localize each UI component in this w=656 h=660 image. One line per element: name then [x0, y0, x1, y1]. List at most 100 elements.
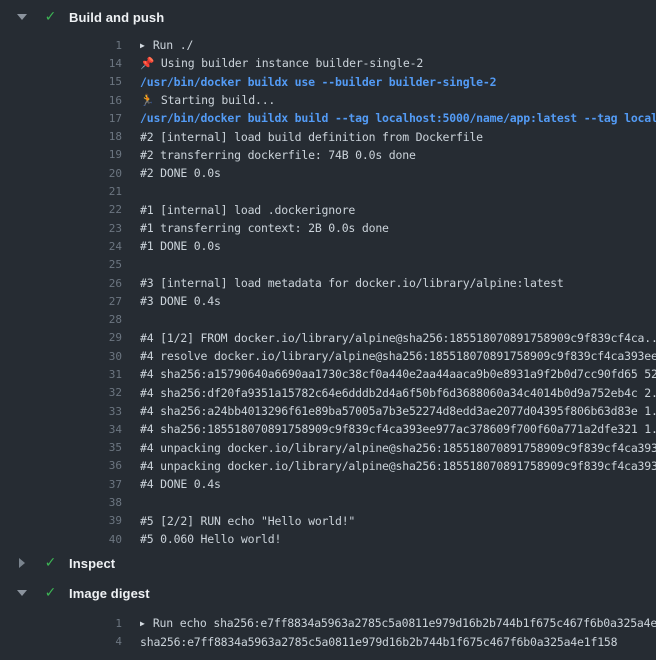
- line-number[interactable]: 21: [0, 185, 122, 198]
- log-line: 23 #1 transferring context: 2B 0.0s done: [0, 219, 656, 237]
- line-number[interactable]: 16: [0, 94, 122, 107]
- log-text: #1 [internal] load .dockerignore: [140, 203, 355, 217]
- log-line: 39 #5 [2/2] RUN echo "Hello world!": [0, 512, 656, 530]
- line-number[interactable]: 28: [0, 313, 122, 326]
- chevron-down-icon[interactable]: [17, 590, 27, 596]
- log-line: 34 #4 sha256:185518070891758909c9f839cf4c…: [0, 420, 656, 438]
- log-line: 15/usr/bin/docker buildx use --builder b…: [0, 73, 656, 91]
- section-title: Image digest: [69, 586, 150, 601]
- line-number[interactable]: 36: [0, 459, 122, 472]
- chevron-down-icon[interactable]: [17, 14, 27, 20]
- log-line: 1▶Run echo sha256:e7ff8834a5963a2785c5a0…: [0, 614, 656, 632]
- line-number[interactable]: 14: [0, 57, 122, 70]
- log-text: #2 transferring dockerfile: 74B 0.0s don…: [140, 148, 416, 162]
- log-text: #2 [internal] load build definition from…: [140, 130, 483, 144]
- line-number[interactable]: 20: [0, 167, 122, 180]
- log-text: #4 unpacking docker.io/library/alpine@sh…: [140, 459, 656, 473]
- log-text: #5 0.060 Hello world!: [140, 532, 281, 546]
- line-number[interactable]: 27: [0, 295, 122, 308]
- log-line: 4 sha256:e7ff8834a5963a2785c5a0811e979d16…: [0, 633, 656, 651]
- log-line: 26 #3 [internal] load metadata for docker…: [0, 274, 656, 292]
- line-number[interactable]: 25: [0, 258, 122, 271]
- log-text: Run ./: [153, 38, 193, 52]
- log-line: 17/usr/bin/docker buildx build --tag loc…: [0, 109, 656, 127]
- log-text: #4 sha256:a24bb4013296f61e89ba57005a7b3e…: [140, 404, 656, 418]
- log-text: 🏃 Starting build...: [140, 93, 275, 107]
- log-text: /usr/bin/docker buildx use --builder bui…: [140, 75, 496, 89]
- line-number[interactable]: 33: [0, 405, 122, 418]
- line-number[interactable]: 22: [0, 203, 122, 216]
- log-text: #3 DONE 0.4s: [140, 294, 221, 308]
- line-number[interactable]: 17: [0, 112, 122, 125]
- line-number[interactable]: 34: [0, 423, 122, 436]
- log-text: #3 [internal] load metadata for docker.i…: [140, 276, 564, 290]
- line-number[interactable]: 37: [0, 478, 122, 491]
- line-number[interactable]: 4: [0, 635, 122, 648]
- log-line: 25: [0, 256, 656, 274]
- line-number[interactable]: 19: [0, 148, 122, 161]
- log-line: 40 #5 0.060 Hello world!: [0, 530, 656, 548]
- log-text: #4 sha256:df20fa9351a15782c64e6dddb2d4a6…: [140, 386, 656, 400]
- line-number[interactable]: 1: [0, 39, 122, 52]
- log-line: 19 #2 transferring dockerfile: 74B 0.0s d…: [0, 146, 656, 164]
- log-line: 16 🏃 Starting build...: [0, 91, 656, 109]
- line-number[interactable]: 39: [0, 514, 122, 527]
- line-number[interactable]: 40: [0, 533, 122, 546]
- line-number[interactable]: 18: [0, 130, 122, 143]
- log-text: #4 resolve docker.io/library/alpine@sha2…: [140, 349, 656, 363]
- log-text: #2 DONE 0.0s: [140, 166, 221, 180]
- log-line: 20 #2 DONE 0.0s: [0, 164, 656, 182]
- log-line: 24 #1 DONE 0.0s: [0, 237, 656, 255]
- log-line: 18 #2 [internal] load build definition fr…: [0, 127, 656, 145]
- line-number[interactable]: 15: [0, 75, 122, 88]
- log-text: 📌 Using builder instance builder-single-…: [140, 56, 423, 70]
- log-line: 14 📌 Using builder instance builder-singl…: [0, 54, 656, 72]
- log-line: 35 #4 unpacking docker.io/library/alpine@…: [0, 439, 656, 457]
- chevron-right-icon[interactable]: [17, 558, 27, 568]
- line-number[interactable]: 30: [0, 350, 122, 363]
- log-line: 38: [0, 493, 656, 511]
- line-number[interactable]: 35: [0, 441, 122, 454]
- log-text: #4 sha256:185518070891758909c9f839cf4ca3…: [140, 422, 656, 436]
- log-lines-image-digest: 1▶Run echo sha256:e7ff8834a5963a2785c5a0…: [0, 614, 656, 651]
- section-title: Inspect: [69, 556, 115, 571]
- expand-group-icon[interactable]: ▶: [140, 619, 145, 628]
- log-text: #5 [2/2] RUN echo "Hello world!": [140, 514, 355, 528]
- log-line: 29 #4 [1/2] FROM docker.io/library/alpine…: [0, 329, 656, 347]
- log-line: 32 #4 sha256:df20fa9351a15782c64e6dddb2d4…: [0, 384, 656, 402]
- log-text: #4 DONE 0.4s: [140, 477, 221, 491]
- line-number[interactable]: 32: [0, 386, 122, 399]
- line-number[interactable]: 29: [0, 331, 122, 344]
- log-line: 31 #4 sha256:a15790640a6690aa1730c38cf0a4…: [0, 365, 656, 383]
- section-title: Build and push: [69, 10, 164, 25]
- log-line: 33 #4 sha256:a24bb4013296f61e89ba57005a7b…: [0, 402, 656, 420]
- log-text: #1 DONE 0.0s: [140, 239, 221, 253]
- log-text: #4 [1/2] FROM docker.io/library/alpine@s…: [140, 331, 656, 345]
- section-header-inspect[interactable]: ✓ Inspect: [0, 548, 656, 578]
- line-number[interactable]: 26: [0, 277, 122, 290]
- log-text: sha256:e7ff8834a5963a2785c5a0811e979d16b…: [140, 635, 617, 649]
- log-viewer: ✓ Build and push 1▶Run ./14📌 Using build…: [0, 2, 656, 651]
- log-text: #1 transferring context: 2B 0.0s done: [140, 221, 389, 235]
- line-number[interactable]: 23: [0, 222, 122, 235]
- log-line: 22 #1 [internal] load .dockerignore: [0, 201, 656, 219]
- expand-group-icon[interactable]: ▶: [140, 41, 145, 50]
- success-check-icon: ✓: [43, 585, 58, 601]
- line-number[interactable]: 31: [0, 368, 122, 381]
- line-number[interactable]: 24: [0, 240, 122, 253]
- log-line: 27 #3 DONE 0.4s: [0, 292, 656, 310]
- log-text: /usr/bin/docker buildx build --tag local…: [140, 111, 656, 125]
- log-text: #4 unpacking docker.io/library/alpine@sh…: [140, 441, 656, 455]
- log-line: 28: [0, 310, 656, 328]
- log-line: 37 #4 DONE 0.4s: [0, 475, 656, 493]
- log-line: 36 #4 unpacking docker.io/library/alpine@…: [0, 457, 656, 475]
- log-line: 30 #4 resolve docker.io/library/alpine@sh…: [0, 347, 656, 365]
- log-line: 1 ▶ Run ./: [0, 36, 656, 54]
- line-number[interactable]: 38: [0, 496, 122, 509]
- success-check-icon: ✓: [43, 555, 58, 571]
- line-number[interactable]: 1: [0, 617, 122, 630]
- log-text: #4 sha256:a15790640a6690aa1730c38cf0a440…: [140, 367, 656, 381]
- section-header-build-and-push[interactable]: ✓ Build and push: [0, 2, 656, 32]
- log-lines-build-and-push: 1 ▶ Run ./ 14 📌 Using builder instance build…: [0, 36, 656, 548]
- section-header-image-digest[interactable]: ✓ Image digest: [0, 578, 656, 608]
